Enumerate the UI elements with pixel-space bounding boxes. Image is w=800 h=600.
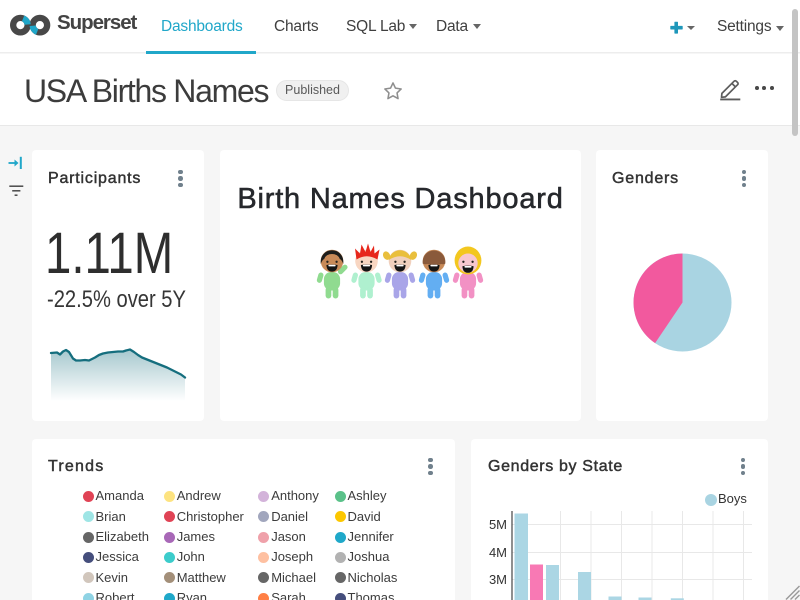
svg-text:3M: 3M [489,572,507,587]
svg-text:5M: 5M [489,517,507,532]
svg-text:4M: 4M [489,545,507,560]
